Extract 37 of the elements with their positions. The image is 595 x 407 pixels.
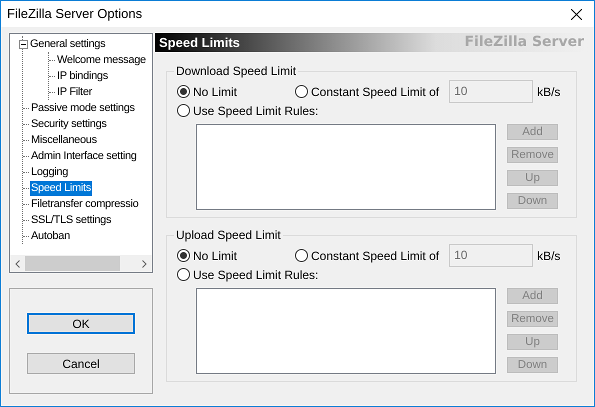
scroll-left-icon[interactable] — [15, 260, 20, 268]
radio-button[interactable]: Constant Speed Limit of — [295, 246, 440, 264]
dialog-button[interactable]: OK — [27, 313, 135, 334]
radio-button[interactable]: No Limit — [177, 82, 295, 100]
tree-item[interactable]: Filetransfer compressio — [30, 196, 140, 212]
tree-item[interactable]: IP Filter — [56, 84, 93, 100]
group-legend: Download Speed Limit — [174, 64, 298, 78]
tree-item[interactable]: Admin Interface setting — [30, 148, 138, 164]
tree-item[interactable]: SSL/TLS settings — [30, 212, 112, 228]
rules-list[interactable] — [196, 124, 496, 210]
tree-item[interactable]: Miscellaneous — [30, 132, 98, 148]
speed-input-field[interactable]: 10 — [449, 80, 534, 103]
tree-item[interactable]: Passive mode settings — [30, 100, 136, 116]
radio-button[interactable]: Use Speed Limit Rules: — [177, 102, 318, 120]
tree-item[interactable]: Speed Limits — [30, 180, 92, 196]
horizontal-scrollbar[interactable] — [10, 255, 152, 272]
dialog-button[interactable]: Cancel — [27, 353, 135, 374]
tree-item[interactable]: Logging — [30, 164, 70, 180]
tree-item[interactable]: General settings — [29, 36, 106, 52]
tree-item[interactable]: Security settings — [30, 116, 108, 132]
radio-button[interactable]: No Limit — [177, 246, 295, 264]
page-title: Speed Limits — [159, 34, 240, 52]
unit-label: kB/s — [537, 84, 560, 100]
speed-input-field[interactable]: 10 — [449, 244, 534, 267]
scroll-right-icon[interactable] — [142, 260, 147, 268]
tree-item[interactable]: IP bindings — [56, 68, 109, 84]
radio-button[interactable]: Use Speed Limit Rules: — [177, 266, 318, 284]
unit-label: kB/s — [537, 248, 560, 264]
collapse-icon[interactable] — [19, 40, 28, 48]
radio-button[interactable]: Constant Speed Limit of — [295, 82, 440, 100]
rules-list[interactable] — [196, 288, 496, 374]
group-legend: Upload Speed Limit — [174, 228, 283, 242]
tree-item[interactable]: Autoban — [30, 228, 71, 244]
close-icon[interactable] — [571, 8, 582, 20]
window-title: FileZilla Server Options — [7, 5, 142, 24]
tree-item[interactable]: Welcome message — [56, 52, 147, 68]
brand-label: FileZilla Server — [464, 33, 584, 52]
